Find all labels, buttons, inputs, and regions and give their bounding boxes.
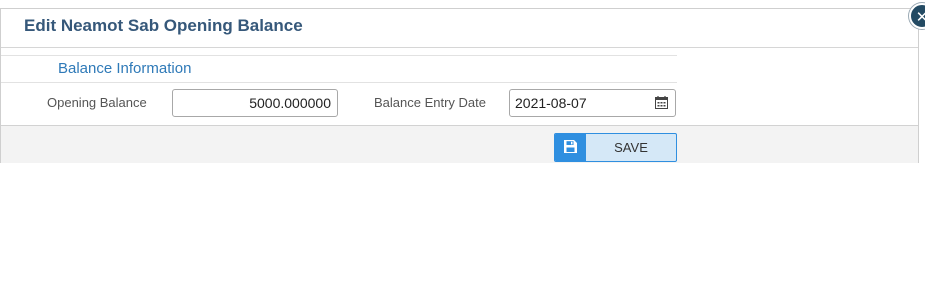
save-icon-container [555, 134, 586, 161]
balance-entry-date-label: Balance Entry Date [374, 95, 487, 110]
dialog-title: Edit Neamot Sab Opening Balance [24, 16, 303, 35]
save-button-label: SAVE [614, 140, 648, 155]
balance-entry-date-input[interactable]: 2021-08-07 [509, 89, 676, 117]
floppy-disk-icon [564, 140, 577, 153]
save-button[interactable]: SAVE [554, 133, 677, 162]
opening-balance-input[interactable]: 5000.000000 [172, 89, 338, 117]
section-divider [1, 55, 677, 56]
opening-balance-label: Opening Balance [47, 95, 147, 110]
calendar-icon[interactable] [655, 96, 668, 109]
balance-entry-date-value: 2021-08-07 [515, 95, 587, 111]
dialog-header: Edit Neamot Sab Opening Balance [1, 9, 918, 48]
section-title: Balance Information [58, 60, 192, 77]
section-underline [1, 82, 677, 83]
edit-opening-balance-dialog: ✕ Edit Neamot Sab Opening Balance Balanc… [0, 3, 925, 163]
dialog-footer: SAVE [1, 125, 918, 163]
